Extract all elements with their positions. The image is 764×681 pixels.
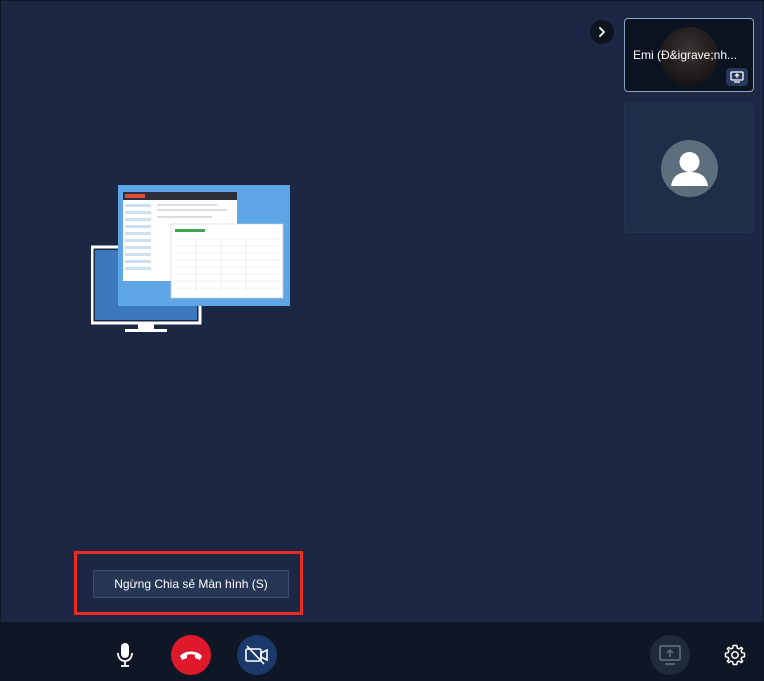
screen-share-icon [659,645,681,665]
participant-name: Emi (Đ&igrave;nh... [633,48,738,62]
gear-icon [724,644,746,666]
camera-off-icon [245,645,268,665]
participant-thumbnail-self[interactable] [624,102,754,233]
microphone-icon [117,643,133,667]
settings-button[interactable] [715,635,755,675]
camera-toggle-button[interactable] [237,635,277,675]
chevron-right-icon [599,27,605,37]
participant-thumbnail-presenter[interactable]: Emi (Đ&igrave;nh... [624,18,754,92]
microphone-button[interactable] [105,635,145,675]
phone-hangup-icon [180,651,202,660]
call-toolbar [1,622,764,681]
screen-share-button[interactable] [650,635,690,675]
screen-share-icon [726,68,748,86]
user-avatar-icon [661,140,718,197]
stop-screen-share-button[interactable]: Ngừng Chia sẻ Màn hình (S) [93,570,289,598]
hang-up-button[interactable] [171,635,211,675]
screen-share-illustration [90,184,291,334]
collapse-thumbnails-button[interactable] [590,20,614,44]
video-call-window: Emi (Đ&igrave;nh... Ngừng Chia sẻ Màn hì… [0,0,764,681]
